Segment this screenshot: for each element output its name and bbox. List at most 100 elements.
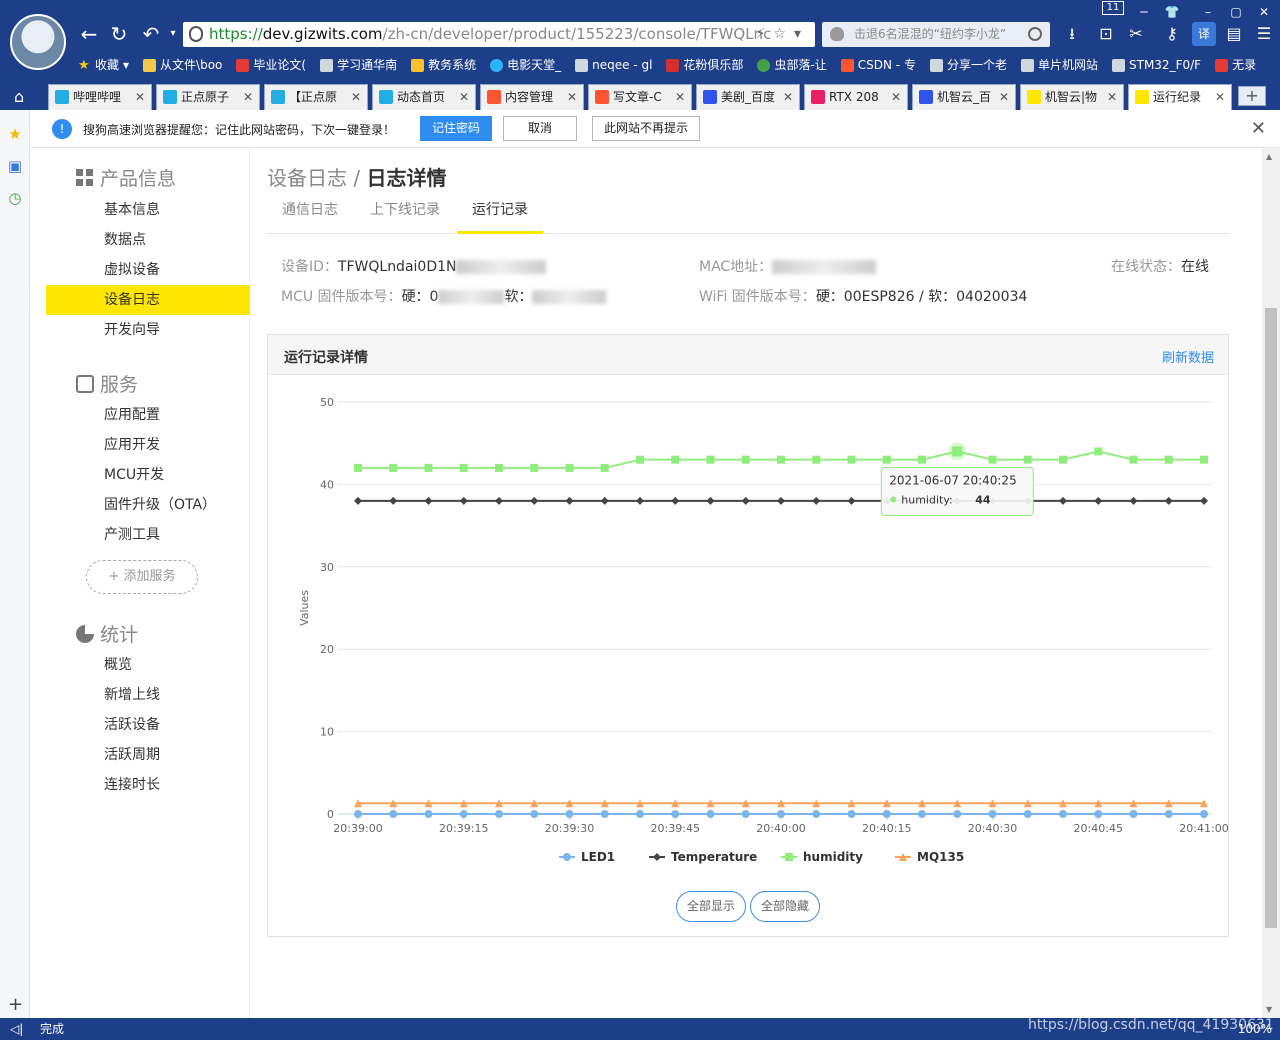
never-prompt-button[interactable]: 此网站不再提示 [592, 116, 700, 141]
remember-password-button[interactable]: 记住密码 [420, 116, 492, 141]
show-all-button[interactable]: 全部显示 [676, 891, 746, 922]
browser-tab[interactable]: 【正点原 ✕ [264, 84, 368, 110]
y-tick-label: 40 [320, 478, 334, 491]
add-icon[interactable]: + [8, 994, 23, 1015]
home-icon[interactable]: ⌂ [14, 87, 24, 106]
key-icon[interactable]: ⚷ [1160, 22, 1184, 46]
bookmark-item[interactable]: neqee - gl [567, 54, 658, 76]
nav-item-datapoints[interactable]: 数据点 [46, 225, 250, 255]
scroll-up-icon[interactable]: ▲ [1266, 152, 1272, 161]
bookmark-item[interactable]: 电影天堂_ [482, 54, 567, 76]
notes-icon[interactable]: ▤ [1222, 22, 1246, 46]
bookmark-item[interactable]: 无录 [1207, 54, 1262, 76]
nav-item-active-devices[interactable]: 活跃设备 [46, 710, 250, 740]
nav-item-mcu-dev[interactable]: MCU开发 [46, 460, 250, 490]
browser-tab[interactable]: 写文章-C ✕ [588, 84, 692, 110]
tab-online-log[interactable]: 上下线记录 [355, 196, 455, 234]
page: 产品信息 基本信息 数据点 虚拟设备 设备日志 开发向导 服务 应用配置 应用开… [30, 148, 1280, 1018]
bookmark-item[interactable]: 虫部落-让 [749, 54, 832, 76]
window-max-icon[interactable]: ▢ [1224, 0, 1248, 24]
nav-item-device-log[interactable]: 设备日志 [46, 285, 250, 315]
window-close-icon[interactable]: ✕ [1252, 0, 1276, 24]
point-temperature [530, 496, 539, 505]
browser-tab[interactable]: 哔哩哔哩 ✕ [48, 84, 152, 110]
url-path: /zh-cn/developer/product/155223/console/… [382, 25, 772, 43]
zoom-level[interactable]: 100% [1238, 1018, 1272, 1040]
point-temperature [459, 496, 468, 505]
bookmark-item[interactable]: ★ 收藏 ▾ [70, 54, 135, 76]
bookmark-item[interactable]: 毕业论文( [228, 54, 312, 76]
history-icon[interactable]: ◷ [7, 190, 23, 206]
nav-item-virtual-device[interactable]: 虚拟设备 [46, 255, 250, 285]
scroll-down-icon[interactable]: ▼ [1266, 1005, 1272, 1014]
nav-item-connect-duration[interactable]: 连接时长 [46, 770, 250, 800]
password-notification-bar: ! 搜狗高速浏览器提醒您：记住此网站密码，下次一键登录！ 记住密码 取消 此网站… [30, 110, 1280, 148]
minimize-icon[interactable]: ─ [1132, 0, 1156, 24]
browser-tab[interactable]: 正点原子 ✕ [156, 84, 260, 110]
bookmarks-bar: ★ 收藏 ▾ 从文件\boo 毕业论文( 学习通华南 教务系统 电影天堂_ neqe… [70, 54, 1280, 76]
breadcrumb-parent[interactable]: 设备日志 / [267, 166, 366, 190]
status-text: 完成 [40, 1022, 65, 1036]
window-min-icon[interactable]: – [1196, 0, 1220, 24]
scissors-icon[interactable]: ✂ [1124, 22, 1148, 46]
bookmark-item[interactable]: 教务系统 [403, 54, 482, 76]
nav-item-dev-guide[interactable]: 开发向导 [46, 315, 250, 345]
search-icon[interactable] [1028, 27, 1042, 41]
menu-icon[interactable]: ☰ [1252, 22, 1276, 46]
nav-item-app-config[interactable]: 应用配置 [46, 400, 250, 430]
point-humidity [495, 463, 503, 472]
back-icon[interactable]: ← [78, 22, 100, 46]
tooltip-value: 44 [975, 493, 991, 506]
search-box[interactable]: 击退6名混混的“纽约李小龙” [822, 22, 1050, 47]
tab-comm-log[interactable]: 通信日志 [267, 196, 353, 234]
reader-icon[interactable]: ▣ [7, 158, 23, 174]
browser-tab[interactable]: 动态首页 ✕ [372, 84, 476, 110]
user-avatar[interactable] [10, 14, 66, 70]
bookmark-item[interactable]: CSDN - 专 [833, 54, 922, 76]
browser-tab[interactable]: 美剧_百度 ✕ [696, 84, 800, 110]
browser-tab[interactable]: 机智云|物 ✕ [1020, 84, 1124, 110]
bookmark-item[interactable]: 单片机网站 [1013, 54, 1104, 76]
skin-icon[interactable]: 👕 [1160, 0, 1184, 24]
cancel-button[interactable]: 取消 [503, 116, 577, 141]
panel-header: 运行记录详情 刷新数据 [268, 335, 1228, 375]
browser-tab[interactable]: 内容管理 ✕ [480, 84, 584, 110]
nav-item-basic-info[interactable]: 基本信息 [46, 195, 250, 225]
download-icon[interactable]: ⭳ [1060, 22, 1084, 46]
address-bar[interactable]: https://dev.gizwits.com/zh-cn/developer/… [183, 22, 815, 47]
tab-counter[interactable]: 11 [1102, 1, 1124, 15]
refresh-data-link[interactable]: 刷新数据 [1162, 347, 1214, 366]
tab-run-log[interactable]: 运行记录 [457, 196, 543, 234]
new-tab-button[interactable]: + [1238, 86, 1266, 106]
nav-item-ota[interactable]: 固件升级（OTA） [46, 490, 250, 520]
nav-item-active-period[interactable]: 活跃周期 [46, 740, 250, 770]
scroll-thumb[interactable] [1265, 308, 1277, 928]
tooltip-label: humidity: [901, 493, 952, 506]
bookmark-item[interactable]: 花粉俱乐部 [658, 54, 749, 76]
bookmark-item[interactable]: 从文件\boo [135, 54, 228, 76]
nav-item-overview[interactable]: 概览 [46, 650, 250, 680]
page-scrollbar[interactable]: ▲ ▼ [1262, 148, 1280, 1018]
bookmark-item[interactable]: 分享一个老 [922, 54, 1013, 76]
screenshot-icon[interactable]: ⊡ [1094, 22, 1118, 46]
star-icon[interactable]: ★ [7, 126, 23, 142]
undo-icon[interactable]: ↶ [140, 22, 162, 46]
browser-tab-active[interactable]: 运行纪录 ✕ [1128, 84, 1232, 110]
online-status-row: 在线状态：在线 [1111, 259, 1209, 275]
add-service-button[interactable]: + 添加服务 [86, 560, 198, 594]
hide-all-button[interactable]: 全部隐藏 [750, 891, 820, 922]
nav-item-new-online[interactable]: 新增上线 [46, 680, 250, 710]
address-tools[interactable]: ⚡☆▾ [756, 22, 809, 47]
chevron-down-icon[interactable]: ▾ [162, 22, 184, 46]
sidebar-toggle-icon[interactable]: ◁| [10, 1018, 23, 1040]
nav-item-test-tool[interactable]: 产测工具 [46, 520, 250, 550]
bookmark-item[interactable]: 学习通华南 [312, 54, 403, 76]
close-icon[interactable]: ✕ [1251, 118, 1266, 139]
point-humidity [424, 463, 433, 472]
translate-icon[interactable]: 译 [1192, 22, 1216, 46]
refresh-icon[interactable]: ↻ [108, 22, 130, 46]
browser-tab[interactable]: RTX 208 ✕ [804, 84, 908, 110]
bookmark-item[interactable]: STM32_F0/F [1104, 54, 1207, 76]
browser-tab[interactable]: 机智云_百 ✕ [912, 84, 1016, 110]
nav-item-app-dev[interactable]: 应用开发 [46, 430, 250, 460]
